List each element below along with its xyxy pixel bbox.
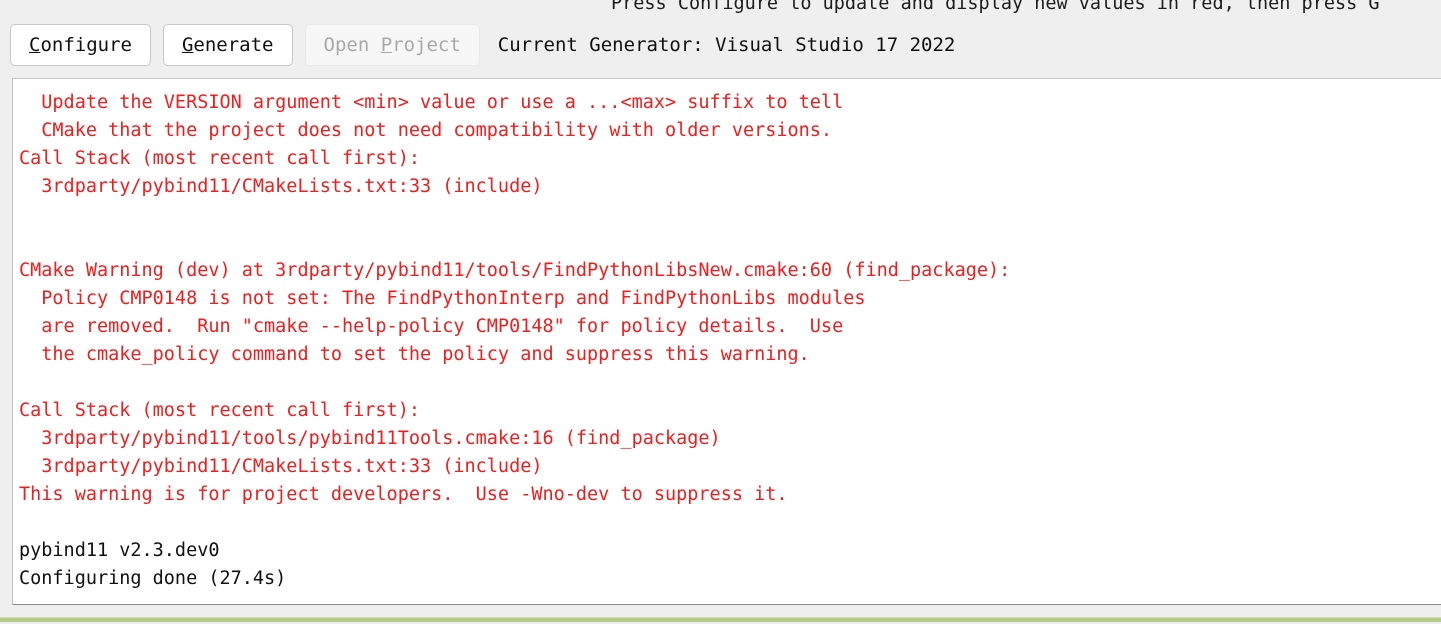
- top-status-strip: Press Configure to update and display ne…: [0, 0, 1441, 14]
- open-project-button-prefix: Open: [323, 34, 381, 56]
- output-log-line: 3rdparty/pybind11/tools/pybind11Tools.cm…: [19, 428, 721, 449]
- configure-button[interactable]: Configure: [10, 24, 151, 66]
- output-log-line: Configuring done (27.4s): [19, 568, 287, 589]
- output-log-line: [19, 201, 1010, 229]
- output-log-line: are removed. Run "cmake --help-policy CM…: [19, 316, 844, 337]
- output-log-panel[interactable]: Update the VERSION argument <min> value …: [12, 78, 1441, 605]
- output-log-line: [19, 509, 1010, 537]
- open-project-button-label: roject: [392, 34, 461, 56]
- toolbar: Configure Generate Open Project Current …: [0, 14, 1441, 76]
- output-log-line: [19, 369, 1010, 397]
- output-log-line: CMake Warning (dev) at 3rdparty/pybind11…: [19, 260, 1011, 281]
- generate-button[interactable]: Generate: [162, 24, 293, 66]
- configure-button-label: onfigure: [40, 34, 132, 56]
- output-log-line: Call Stack (most recent call first):: [19, 400, 420, 421]
- output-log-line: Call Stack (most recent call first):: [19, 148, 420, 169]
- current-generator-label: Current Generator: Visual Studio 17 2022: [497, 34, 956, 56]
- output-log-line: pybind11 v2.3.dev0: [19, 540, 220, 561]
- output-log-line: CMake that the project does not need com…: [19, 120, 833, 141]
- generate-button-label: enerate: [193, 34, 274, 56]
- output-log-text: Update the VERSION argument <min> value …: [19, 89, 1010, 593]
- output-log-line: the cmake_policy command to set the poli…: [19, 344, 810, 365]
- output-log-line: 3rdparty/pybind11/CMakeLists.txt:33 (inc…: [19, 456, 543, 477]
- progress-bar: [0, 618, 1441, 622]
- generate-button-mnemonic: G: [181, 34, 194, 56]
- configure-hint-text: Press Configure to update and display ne…: [611, 0, 1380, 14]
- output-log-line: [19, 229, 1010, 257]
- output-log-line: 3rdparty/pybind11/CMakeLists.txt:33 (inc…: [19, 176, 543, 197]
- output-log-line: Policy CMP0148 is not set: The FindPytho…: [19, 288, 866, 309]
- configure-button-mnemonic: C: [29, 34, 41, 56]
- open-project-button-mnemonic: P: [380, 34, 393, 56]
- output-log-line: Update the VERSION argument <min> value …: [19, 92, 844, 113]
- output-log-line: This warning is for project developers. …: [19, 484, 788, 505]
- open-project-button: Open Project: [304, 24, 480, 66]
